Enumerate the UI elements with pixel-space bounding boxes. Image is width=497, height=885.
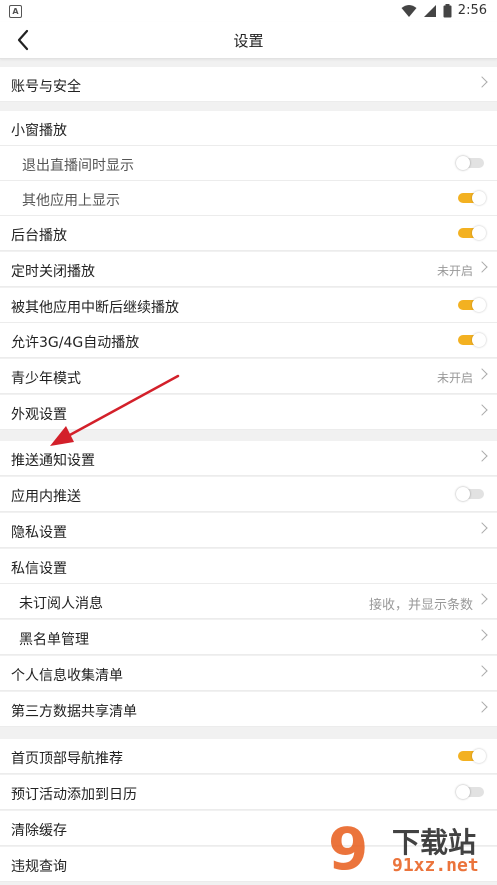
settings-row-third-party-sharing[interactable]: 第三方数据共享清单: [0, 692, 497, 727]
row-label: 清除缓存: [11, 823, 67, 839]
row-label: 预订活动添加到日历: [11, 787, 137, 803]
settings-row-timer-close[interactable]: 定时关闭播放 未开启: [0, 252, 497, 287]
chevron-right-icon: [476, 368, 488, 380]
status-right: 2:56: [401, 3, 487, 18]
settings-row-violation-query[interactable]: 违规查询: [0, 847, 497, 882]
settings-row-resume-after-interrupt: 被其他应用中断后继续播放: [0, 288, 497, 323]
row-label: 应用内推送: [11, 489, 81, 505]
settings-row-background-play: 后台播放: [0, 216, 497, 251]
row-label: 其他应用上显示: [22, 193, 120, 209]
top-navigation-bar: 设置: [0, 22, 497, 59]
settings-row-privacy[interactable]: 隐私设置: [0, 513, 497, 548]
resume-toggle[interactable]: [456, 298, 486, 312]
row-value: 接收，并显示条数: [368, 598, 473, 613]
settings-row-home-nav-recommend: 首页顶部导航推荐: [0, 739, 497, 774]
settings-row-account-security[interactable]: 账号与安全: [0, 67, 497, 102]
page-title: 设置: [233, 32, 264, 50]
row-label: 推送通知设置: [11, 453, 95, 469]
row-value: 未开启: [436, 371, 473, 385]
row-label: 后台播放: [11, 228, 67, 244]
chevron-right-icon: [476, 404, 488, 416]
in-app-push-toggle[interactable]: [456, 487, 486, 501]
row-label: 定时关闭播放: [11, 264, 95, 280]
row-label: 第三方数据共享清单: [11, 704, 137, 720]
settings-row-clear-cache[interactable]: 清除缓存: [0, 811, 497, 846]
exit-live-toggle[interactable]: [456, 156, 486, 170]
row-label: 未订阅人消息: [19, 596, 103, 612]
cellular-autoplay-toggle[interactable]: [456, 333, 486, 347]
row-label: 违规查询: [11, 859, 67, 875]
chevron-right-icon: [476, 76, 488, 88]
chevron-right-icon: [476, 665, 488, 677]
chevron-right-icon: [476, 701, 488, 713]
settings-row-display-over-other-apps: 其他应用上显示: [0, 181, 497, 216]
chevron-right-icon: [476, 522, 488, 534]
row-value: 未开启: [436, 264, 473, 278]
settings-row-add-to-calendar: 预订活动添加到日历: [0, 775, 497, 810]
other-apps-toggle[interactable]: [456, 191, 486, 205]
status-bar: A 2:56: [0, 0, 497, 22]
chevron-right-icon: [476, 261, 488, 273]
status-time: 2:56: [457, 3, 487, 18]
settings-row-exit-live-display: 退出直播间时显示: [0, 146, 497, 181]
settings-row-mini-window: 小窗播放: [0, 111, 497, 146]
app-notification-icon: A: [9, 5, 22, 18]
battery-icon: [443, 3, 452, 17]
settings-row-appearance[interactable]: 外观设置: [0, 395, 497, 430]
row-label: 青少年模式: [11, 371, 81, 387]
settings-row-unsubscribed-messages[interactable]: 未订阅人消息 接收，并显示条数: [0, 584, 497, 619]
row-label: 退出直播间时显示: [22, 158, 134, 174]
settings-row-message-settings: 私信设置: [0, 549, 497, 584]
row-label: 小窗播放: [11, 123, 67, 139]
chevron-right-icon: [476, 593, 488, 605]
calendar-toggle[interactable]: [456, 785, 486, 799]
home-nav-toggle[interactable]: [456, 749, 486, 763]
wifi-icon: [401, 4, 417, 17]
row-label: 黑名单管理: [19, 632, 89, 648]
row-label: 隐私设置: [11, 525, 67, 541]
row-label: 首页顶部导航推荐: [11, 751, 123, 767]
settings-row-teen-mode[interactable]: 青少年模式 未开启: [0, 359, 497, 394]
settings-row-blacklist[interactable]: 黑名单管理: [0, 620, 497, 655]
row-label: 个人信息收集清单: [11, 668, 123, 684]
settings-row-push-notifications[interactable]: 推送通知设置: [0, 441, 497, 476]
settings-row-allow-cellular-autoplay: 允许3G/4G自动播放: [0, 323, 497, 358]
row-label: 允许3G/4G自动播放: [11, 335, 140, 351]
background-play-toggle[interactable]: [456, 226, 486, 240]
row-label: 账号与安全: [11, 79, 81, 95]
settings-row-in-app-push: 应用内推送: [0, 477, 497, 512]
chevron-right-icon: [476, 629, 488, 641]
settings-row-personal-info-list[interactable]: 个人信息收集清单: [0, 656, 497, 691]
cellular-signal-icon: [423, 4, 436, 17]
row-label: 私信设置: [11, 561, 67, 577]
row-label: 被其他应用中断后继续播放: [11, 300, 179, 316]
chevron-right-icon: [476, 450, 488, 462]
row-label: 外观设置: [11, 407, 67, 423]
